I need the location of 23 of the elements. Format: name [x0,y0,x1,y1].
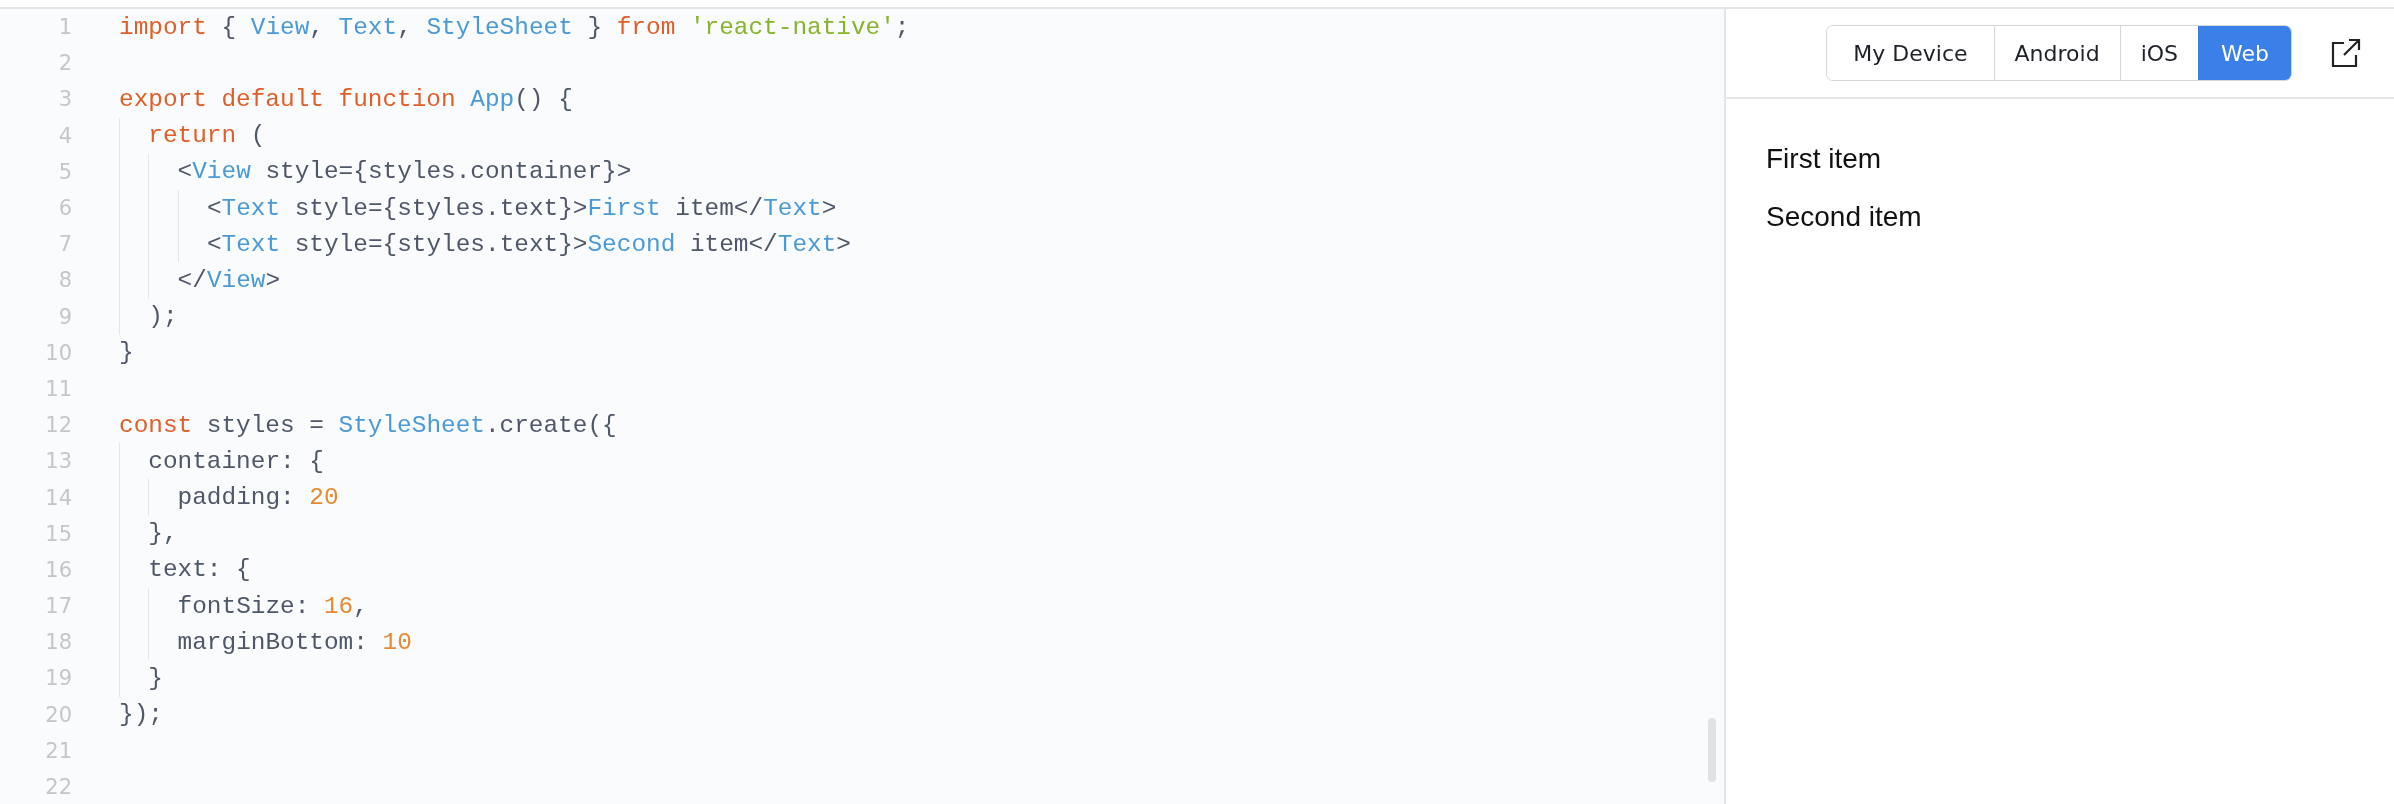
code-line: }); [119,701,163,729]
code-line: text: { [148,556,251,584]
code-line: <Text style={styles.text}>First item</Text> [206,194,837,222]
code-line: <View style={styles.container}> [177,158,632,186]
code-line: ); [148,303,178,331]
code-line: } [119,339,134,367]
code-line: } [148,664,163,692]
code-line: padding: 20 [177,484,339,512]
open-external-icon[interactable] [2330,37,2362,69]
preview-text: Second item [1766,200,1922,234]
code-line: <Text style={styles.text}>Second item</Text> [206,230,851,258]
code-line: marginBottom: 10 [177,628,412,656]
code-line: fontSize: 16, [177,592,368,620]
code-line: export default function App() { [119,85,573,113]
code-line: import { View, Text, StyleSheet } from 'react-native'; [119,13,910,41]
platform-tab[interactable]: Web [2198,26,2291,80]
code-line: container: { [148,447,324,475]
code-line: const styles = StyleSheet.create({ [119,411,617,439]
code-line: </View> [177,266,281,294]
preview-text: First item [1766,142,1882,176]
code-line: return ( [148,122,266,150]
code-line: }, [148,520,178,548]
scrollbar-thumb[interactable] [1708,718,1716,782]
